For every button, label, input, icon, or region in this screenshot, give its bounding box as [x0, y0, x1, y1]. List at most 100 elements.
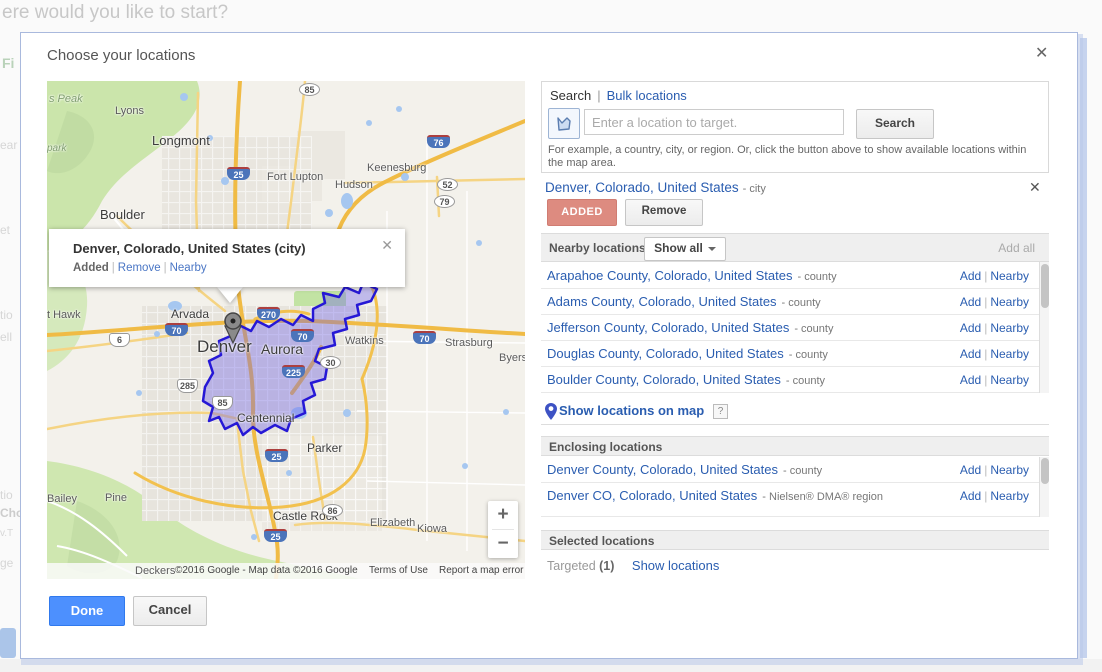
add-link[interactable]: Add — [960, 489, 981, 503]
route-shield: 79 — [434, 195, 455, 208]
background-fragment: ge — [0, 556, 13, 570]
help-icon[interactable]: ? — [713, 404, 728, 419]
add-link[interactable]: Add — [960, 269, 981, 283]
current-location-close-icon[interactable]: ✕ — [1029, 179, 1041, 196]
remove-button[interactable]: Remove — [625, 199, 703, 226]
separator: | — [112, 262, 115, 274]
scrollbar-thumb[interactable] — [1041, 458, 1049, 484]
tooltip-title: Denver, Colorado, United States (city) — [73, 241, 306, 256]
tooltip-close-icon[interactable]: ✕ — [381, 237, 393, 254]
map-graphics — [47, 81, 525, 579]
nearby-link[interactable]: Nearby — [990, 463, 1029, 477]
nearby-location-row: Adams County, Colorado, United States- c… — [541, 289, 1039, 315]
nearby-location-row: Boulder County, Colorado, United States-… — [541, 367, 1039, 393]
nearby-list-scrollbar[interactable] — [1039, 262, 1049, 393]
location-link[interactable]: Boulder County, Colorado, United States-… — [547, 372, 825, 387]
tooltip-nearby-link[interactable]: Nearby — [170, 262, 207, 274]
route-shield: 85 — [299, 83, 320, 96]
add-link[interactable]: Add — [960, 373, 981, 387]
background-fragment: et — [0, 223, 10, 237]
nearby-link[interactable]: Nearby — [990, 347, 1029, 361]
map-area-search-button[interactable] — [548, 108, 580, 139]
interstate-shield: 25 — [227, 167, 250, 180]
map-label: Watkins — [345, 335, 384, 347]
zoom-out-button[interactable]: − — [488, 530, 518, 558]
selected-locations-header: Selected locations — [541, 530, 1049, 550]
add-link[interactable]: Add — [960, 463, 981, 477]
nearby-link[interactable]: Nearby — [990, 373, 1029, 387]
add-all-link[interactable]: Add all — [998, 241, 1035, 255]
location-link[interactable]: Adams County, Colorado, United States- c… — [547, 294, 821, 309]
map-label: Bailey — [47, 493, 77, 505]
cancel-button[interactable]: Cancel — [133, 596, 207, 626]
route-shield: 52 — [437, 178, 458, 191]
dialog-close-icon[interactable]: ✕ — [1035, 43, 1048, 63]
targeted-row: Targeted (1) Show locations — [547, 558, 719, 573]
location-link[interactable]: Denver County, Colorado, United States- … — [547, 462, 822, 477]
done-button[interactable]: Done — [49, 596, 125, 626]
location-type: - Nielsen® DMA® region — [762, 491, 883, 503]
show-locations-on-map-link[interactable]: Show locations on map — [559, 403, 704, 418]
show-all-dropdown[interactable]: Show all — [644, 237, 726, 261]
search-section: Search|Bulk locations Search For example… — [541, 81, 1049, 173]
map-label: Elizabeth — [370, 517, 415, 529]
dialog-title: Choose your locations — [47, 47, 195, 64]
map-label: Hudson — [335, 179, 373, 191]
separator: | — [984, 373, 987, 387]
scrollbar-thumb[interactable] — [1041, 264, 1049, 308]
map-attribution: ©2016 Google - Map data ©2016 Google Ter… — [47, 563, 525, 579]
us-route-shield: 6 — [109, 333, 130, 347]
enclosing-location-row: Denver CO, Colorado, United States- Niel… — [541, 483, 1039, 517]
nearby-locations-title: Nearby locations — [549, 241, 646, 255]
enclosing-list-scrollbar[interactable] — [1039, 457, 1049, 517]
nearby-link[interactable]: Nearby — [990, 489, 1029, 503]
location-type: - county — [794, 323, 833, 335]
interstate-shield: 70 — [291, 329, 314, 342]
location-search-input[interactable] — [584, 109, 844, 135]
targeted-count: (1) — [599, 559, 614, 573]
tab-bulk-locations[interactable]: Bulk locations — [607, 88, 687, 103]
location-link[interactable]: Douglas County, Colorado, United States-… — [547, 346, 828, 361]
enclosing-location-row: Denver County, Colorado, United States- … — [541, 457, 1039, 483]
show-locations-link[interactable]: Show locations — [632, 558, 719, 573]
map-label: Boulder — [100, 207, 145, 222]
report-map-error-link[interactable]: Report a map error — [439, 565, 523, 576]
add-link[interactable]: Add — [960, 295, 981, 309]
map-label: t Hawk — [47, 309, 81, 321]
location-link[interactable]: Denver CO, Colorado, United States- Niel… — [547, 488, 927, 505]
nearby-link[interactable]: Nearby — [990, 269, 1029, 283]
map-label: Lyons — [115, 105, 144, 117]
add-link[interactable]: Add — [960, 347, 981, 361]
enclosing-locations-header: Enclosing locations — [541, 436, 1049, 456]
search-button[interactable]: Search — [856, 109, 934, 139]
map-label-aurora: Aurora — [261, 341, 303, 357]
map-label: Centennial — [237, 411, 294, 425]
location-pin-icon — [545, 403, 557, 420]
background-fragment: ell — [0, 330, 12, 344]
search-help-text: For example, a country, city, or region.… — [548, 144, 1044, 170]
tab-search[interactable]: Search — [550, 88, 591, 103]
separator: | — [984, 463, 987, 477]
add-link[interactable]: Add — [960, 321, 981, 335]
nearby-link[interactable]: Nearby — [990, 321, 1029, 335]
current-location-link[interactable]: Denver, Colorado, United States — [545, 180, 739, 195]
separator: | — [984, 269, 987, 283]
nearby-link[interactable]: Nearby — [990, 295, 1029, 309]
tooltip-remove-link[interactable]: Remove — [118, 262, 161, 274]
map-label: Kiowa — [417, 523, 447, 535]
targeted-label: Targeted — [547, 559, 596, 573]
zoom-in-button[interactable]: + — [488, 501, 518, 529]
map-zoom-control: + − — [488, 501, 518, 558]
choose-locations-dialog: Choose your locations ✕ — [20, 32, 1078, 659]
terms-of-use-link[interactable]: Terms of Use — [369, 565, 428, 576]
location-link[interactable]: Arapahoe County, Colorado, United States… — [547, 268, 837, 283]
background-input-border — [1080, 38, 1087, 658]
map-label: Arvada — [171, 307, 209, 321]
map-canvas[interactable]: s Peak park Lyons Longmont Boulder Fort … — [47, 81, 525, 579]
map-label: park — [47, 143, 66, 154]
location-type: - county — [789, 349, 828, 361]
location-link[interactable]: Jefferson County, Colorado, United State… — [547, 320, 833, 335]
nearby-location-row: Arapahoe County, Colorado, United States… — [541, 263, 1039, 289]
route-shield: 86 — [322, 504, 343, 517]
interstate-shield: 25 — [265, 449, 288, 462]
